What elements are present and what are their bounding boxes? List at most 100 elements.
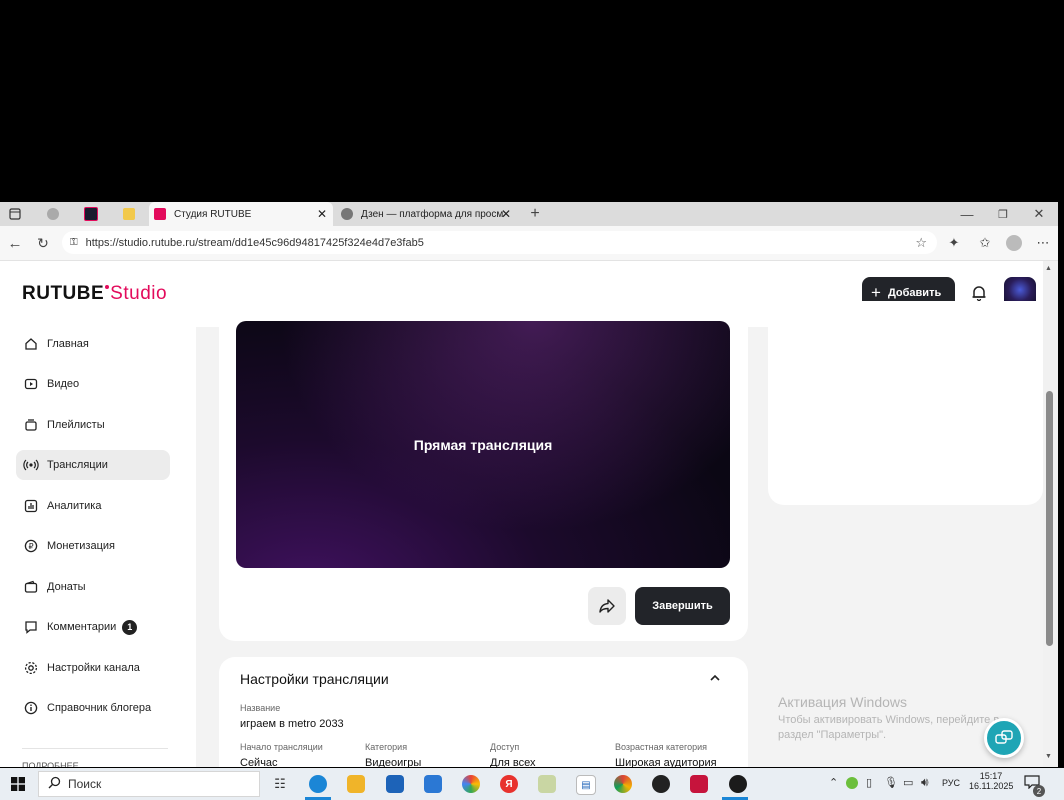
new-tab-icon[interactable]: + <box>526 205 544 223</box>
search-placeholder: Поиск <box>68 777 102 791</box>
photos-app-icon[interactable] <box>462 775 480 793</box>
url-bar[interactable]: ⚿ https://studio.rutube.ru/stream/dd1e45… <box>62 231 937 254</box>
url-text: https://studio.rutube.ru/stream/dd1e45c9… <box>85 236 424 249</box>
file-explorer-icon[interactable] <box>347 775 365 793</box>
sidebar-item-comments[interactable]: Комментарии 1 <box>16 612 170 642</box>
sidebar-item-label: Справочник блогера <box>47 702 152 714</box>
page-scrollbar[interactable]: ▲ ▼ <box>1043 261 1058 767</box>
sidebar-item-label: Аналитика <box>47 500 102 512</box>
windows-activation-line: Чтобы активировать Windows, перейдите в <box>778 714 1000 726</box>
restore-icon[interactable]: ❐ <box>994 205 1012 223</box>
paint-app-icon[interactable] <box>538 775 556 793</box>
tab-pinned-1[interactable] <box>38 202 68 226</box>
tab-label: Студия RUTUBE <box>174 208 252 220</box>
taskbar-search-box[interactable]: Поиск <box>38 771 260 797</box>
side-panel-card <box>768 301 1043 505</box>
sidebar-item-channel-settings[interactable]: Настройки канала <box>16 653 170 683</box>
comments-count-badge: 1 <box>122 619 138 635</box>
collapse-chevron-up-icon[interactable] <box>708 671 724 687</box>
microphone-icon[interactable]: 🎙︎ <box>884 776 898 789</box>
address-toolbar: ← ↻ ⚿ https://studio.rutube.ru/stream/dd… <box>0 226 1058 261</box>
tab-pinned-2[interactable] <box>76 202 106 226</box>
sidebar-item-blogger-guide[interactable]: Справочник блогера <box>16 693 170 723</box>
favorites-icon[interactable]: ✩ <box>976 234 994 252</box>
obs-icon[interactable] <box>729 775 747 793</box>
play-favicon-icon <box>123 208 135 220</box>
chrome-icon[interactable] <box>614 775 632 793</box>
recorder-app-icon[interactable] <box>690 775 708 793</box>
stream-preview-title: Прямая трансляция <box>413 436 553 453</box>
stream-name-value: играем в metro 2033 <box>240 718 344 730</box>
sidebar-item-home[interactable]: Главная <box>16 329 170 359</box>
tray-device-icon[interactable]: ▯ <box>866 776 872 789</box>
sidebar-item-monetization[interactable]: ₽ Монетизация <box>16 531 170 561</box>
sidebar-item-analytics[interactable]: Аналитика <box>16 491 170 521</box>
plus-icon: + <box>871 283 881 302</box>
tab-studio-rutube[interactable]: Студия RUTUBE ✕ <box>149 202 333 226</box>
sidebar-item-donations[interactable]: Донаты <box>16 572 170 602</box>
windows-start-icon[interactable] <box>11 777 25 791</box>
media-app-icon[interactable] <box>652 775 670 793</box>
close-window-icon[interactable]: ✕ <box>1030 205 1048 223</box>
site-info-icon[interactable]: ⚿ <box>70 237 78 248</box>
scrollbar-thumb[interactable] <box>1046 391 1053 646</box>
store-icon[interactable] <box>386 775 404 793</box>
finish-stream-label: Завершить <box>652 600 713 612</box>
clock-time: 15:17 <box>979 771 1003 781</box>
search-icon <box>48 776 61 792</box>
gear-icon <box>23 660 39 676</box>
close-tab-icon[interactable]: ✕ <box>501 207 511 221</box>
svg-text:₽: ₽ <box>28 542 33 551</box>
tray-app-icon[interactable] <box>846 777 858 789</box>
scroll-down-arrow-icon[interactable]: ▼ <box>1045 753 1052 760</box>
finish-stream-button[interactable]: Завершить <box>635 587 730 625</box>
rutube-studio-logo[interactable]: RUTUBE Studio <box>22 283 167 305</box>
age-rating-value: Широкая аудитория <box>615 757 717 767</box>
close-tab-icon[interactable]: ✕ <box>317 207 327 221</box>
task-view-icon[interactable]: ☷ <box>271 775 289 793</box>
notifications-bell-icon[interactable] <box>970 284 988 302</box>
extensions-icon[interactable]: ✦ <box>945 234 963 252</box>
analytics-icon <box>23 498 39 514</box>
sidebar: Главная Видео Плейлисты Трансляции Анали… <box>0 327 196 767</box>
wallet-icon <box>23 579 39 595</box>
browser-tab-bar: Студия RUTUBE ✕ Дзен — платформа для про… <box>0 202 1058 226</box>
stream-settings-card: Настройки трансляции Название играем в m… <box>219 657 748 767</box>
profile-icon[interactable] <box>1005 234 1023 252</box>
logo-main: RUTUBE <box>22 283 105 304</box>
edge-browser-icon[interactable] <box>309 775 327 793</box>
video-icon <box>23 376 39 392</box>
minimize-icon[interactable]: — <box>958 205 976 223</box>
sidebar-item-label: Монетизация <box>47 540 115 552</box>
sidebar-divider <box>22 748 168 749</box>
yandex-browser-icon[interactable]: Я <box>500 775 518 793</box>
sidebar-item-video[interactable]: Видео <box>16 369 170 399</box>
reload-icon[interactable]: ↻ <box>34 234 52 252</box>
windows-activation-title: Активация Windows <box>778 694 908 710</box>
support-chat-button[interactable] <box>984 718 1024 758</box>
more-menu-icon[interactable]: ⋯ <box>1034 234 1052 252</box>
tab-actions-icon[interactable] <box>8 207 22 221</box>
tab-dzen[interactable]: Дзен — платформа для просмо ✕ <box>336 202 516 226</box>
sidebar-item-playlists[interactable]: Плейлисты <box>16 410 170 440</box>
tray-expand-chevron-icon[interactable]: ⌃ <box>829 776 838 789</box>
sidebar-item-streams[interactable]: Трансляции <box>16 450 170 480</box>
clock[interactable]: 15:17 16.11.2025 <box>969 771 1013 791</box>
favorite-star-icon[interactable]: ☆ <box>915 235 927 251</box>
back-icon[interactable]: ← <box>6 234 24 252</box>
scroll-up-arrow-icon[interactable]: ▲ <box>1045 265 1052 272</box>
windows-taskbar: Поиск ☷ Я ▤ ⌃ ▯ 🎙︎ ▭ 🔊︎ РУС 15:17 16.11.… <box>0 768 1064 800</box>
mail-icon[interactable] <box>424 775 442 793</box>
home-icon <box>23 336 39 352</box>
notes-app-icon[interactable]: ▤ <box>576 775 596 795</box>
tab-pinned-3[interactable] <box>114 202 144 226</box>
volume-icon[interactable]: 🔊︎ <box>921 775 929 790</box>
sidebar-item-label: Плейлисты <box>47 419 105 431</box>
logo-dot-icon <box>105 285 110 289</box>
settings-favicon-icon <box>47 208 59 220</box>
broadcast-icon <box>23 457 39 473</box>
stream-preview[interactable]: Прямая трансляция <box>236 321 730 568</box>
input-language[interactable]: РУС <box>942 778 960 788</box>
share-button[interactable] <box>588 587 626 625</box>
network-icon[interactable]: ▭ <box>903 776 913 789</box>
